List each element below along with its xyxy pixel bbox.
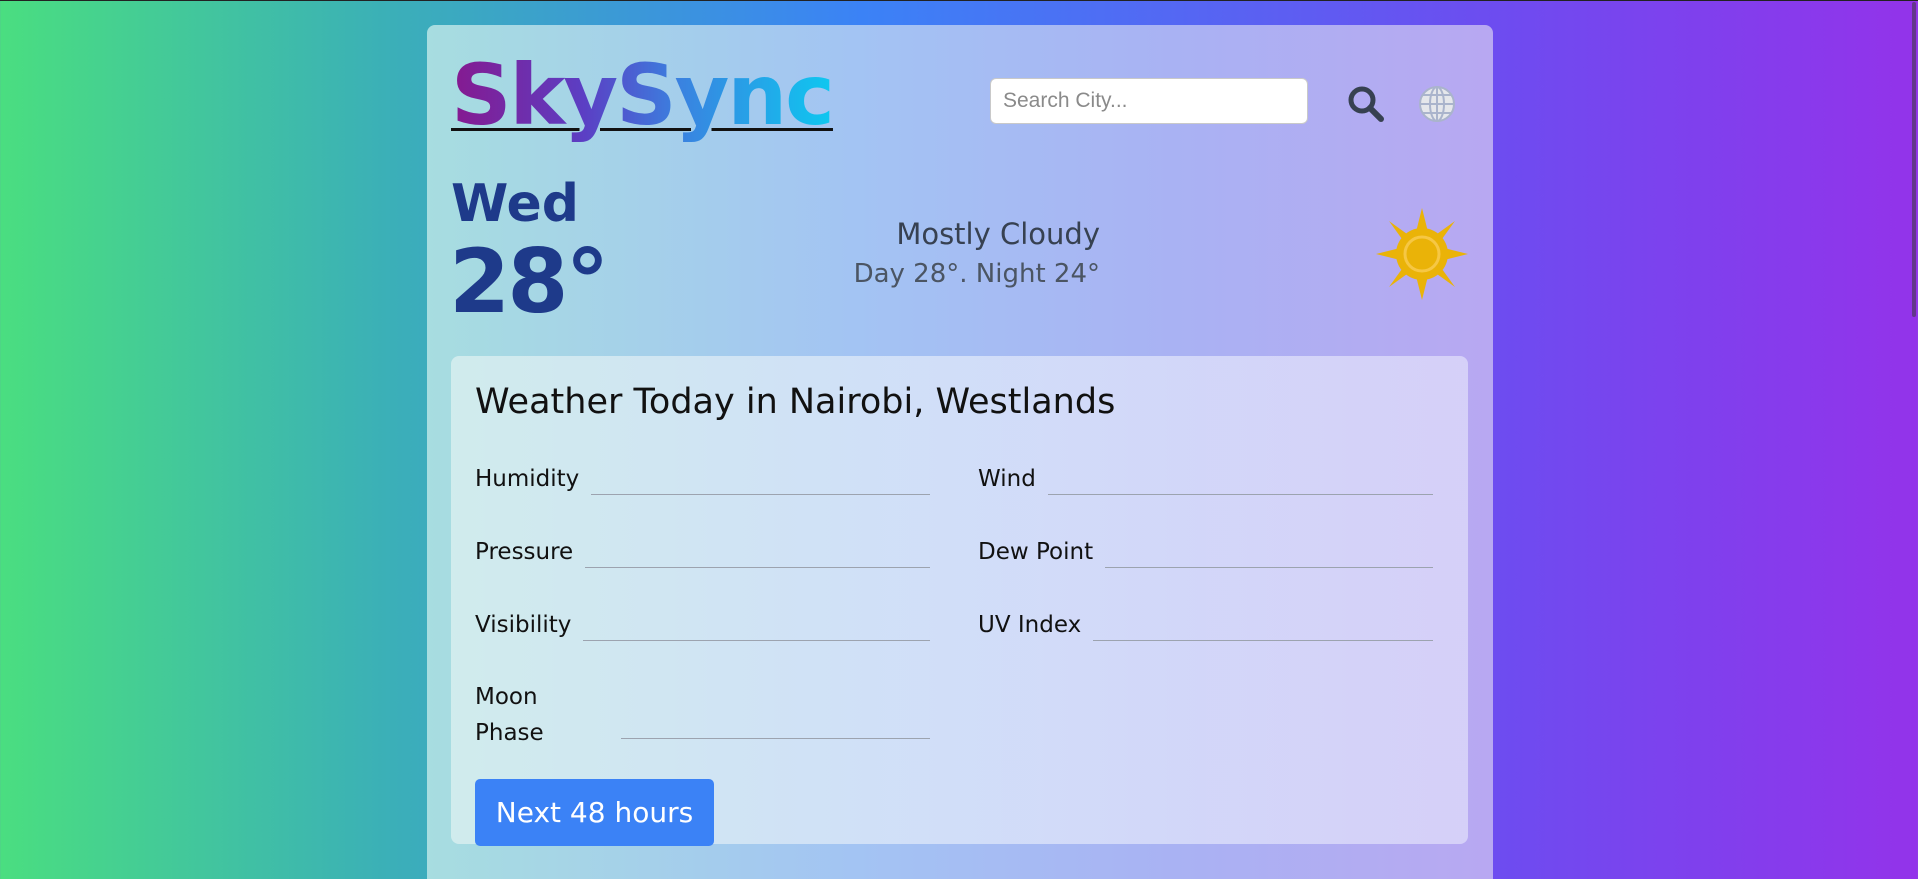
today-details-panel: Weather Today in Nairobi, Westlands Humi… (451, 356, 1468, 846)
current-day: Wed (451, 174, 579, 234)
metric-dew-point: Dew Point (978, 535, 1433, 570)
metric-label: Visibility (475, 612, 572, 638)
metric-value (591, 493, 930, 495)
metric-value (1105, 566, 1433, 568)
weather-condition: Mostly Cloudy (896, 217, 1100, 251)
search-icon[interactable] (1344, 82, 1388, 126)
metric-label: Wind (978, 466, 1036, 492)
app-logo[interactable]: SkySync (451, 45, 835, 146)
metric-value (585, 566, 930, 568)
metric-value (1047, 493, 1433, 495)
metric-label: Moon Phase (475, 684, 544, 746)
metric-label: Dew Point (978, 539, 1094, 565)
metric-visibility: Visibility (475, 608, 930, 643)
today-title: Weather Today in Nairobi, Westlands (475, 382, 1116, 422)
metric-uv-index: UV Index (978, 608, 1433, 643)
current-temperature: 28° (449, 230, 609, 333)
globe-icon[interactable] (1417, 84, 1457, 124)
page-scrollbar[interactable] (1912, 2, 1916, 317)
metric-moon-phase: Moon Phase (475, 680, 930, 751)
metric-humidity: Humidity (475, 462, 930, 497)
metric-label: Pressure (475, 539, 574, 565)
metric-value (621, 738, 930, 740)
metric-value (1093, 639, 1433, 641)
next-48-hours-button[interactable]: Next 48 hours (475, 779, 714, 846)
metric-pressure: Pressure (475, 535, 930, 570)
sun-icon (1374, 206, 1470, 302)
search-city-input[interactable] (990, 78, 1308, 124)
weather-card: SkySync Wed 28° Mostly Cloudy Day 28°. N… (427, 25, 1493, 879)
window-top-border (0, 0, 1918, 1)
metric-label: Humidity (475, 466, 580, 492)
metric-wind: Wind (978, 462, 1433, 497)
day-night-temperatures: Day 28°. Night 24° (853, 259, 1100, 289)
metric-label: UV Index (978, 612, 1082, 638)
metric-value (583, 639, 930, 641)
